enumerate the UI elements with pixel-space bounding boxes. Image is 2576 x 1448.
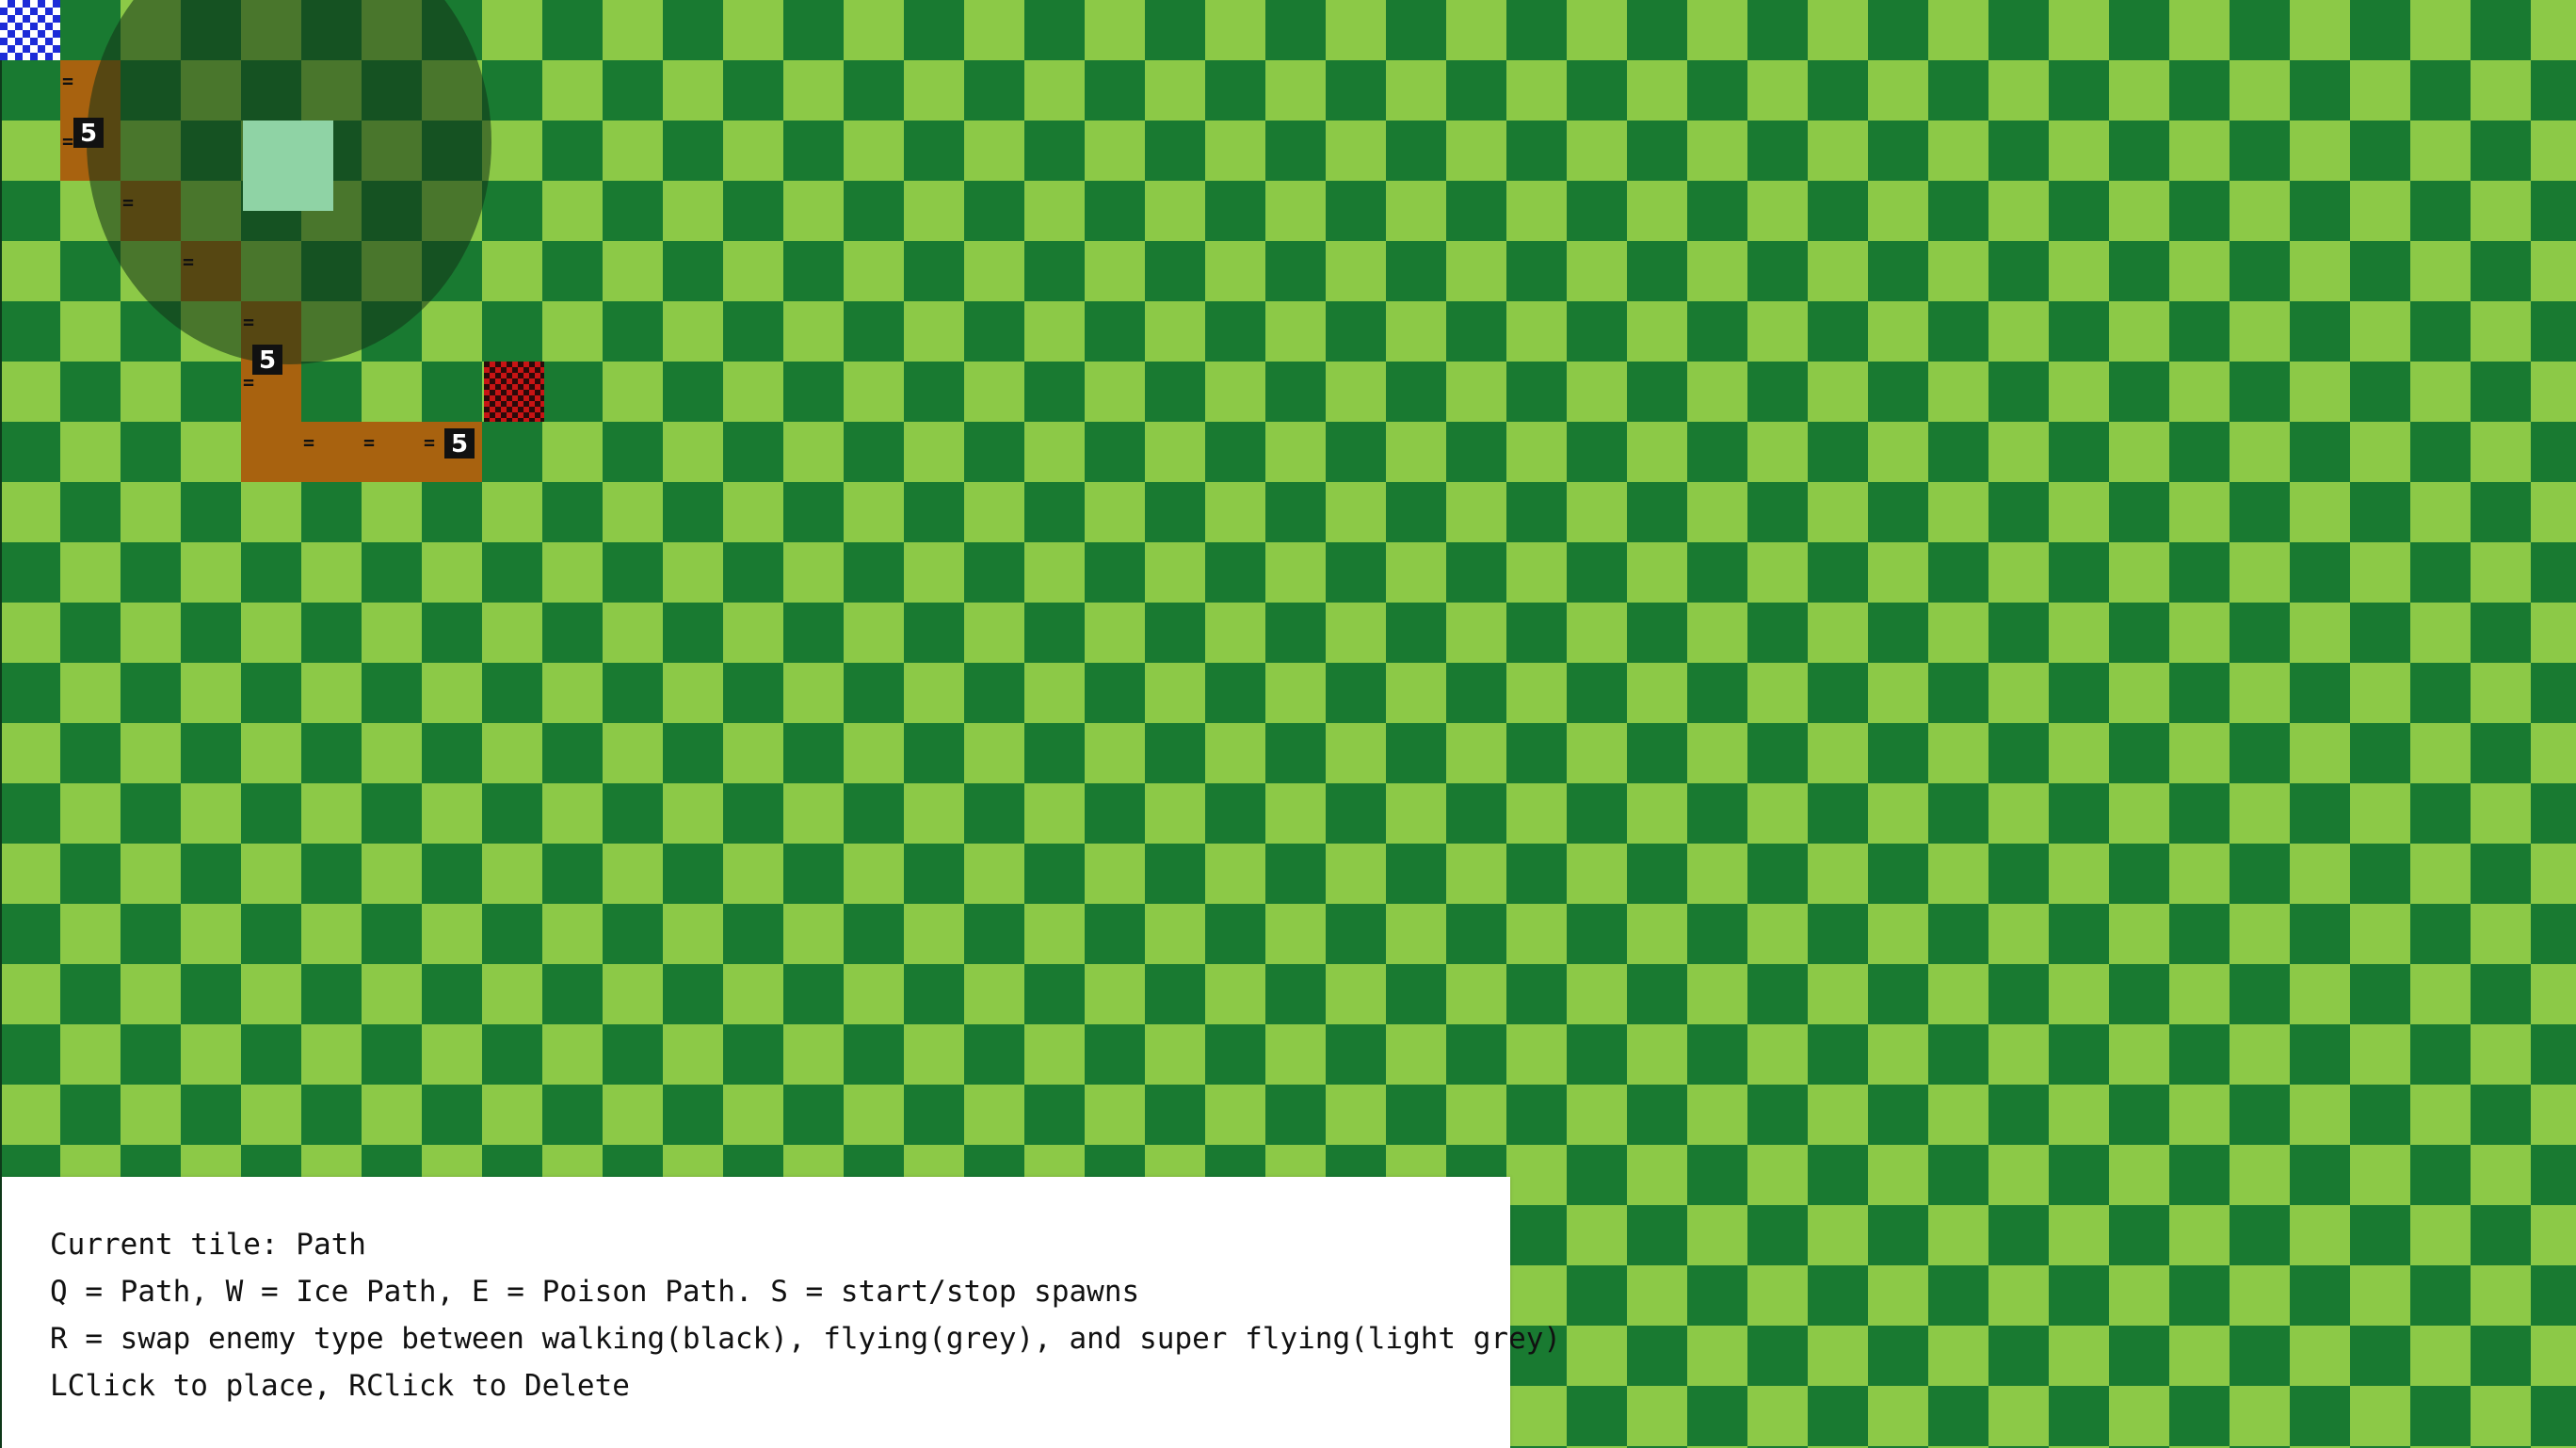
help-line: R = swap enemy type between walking(blac… <box>50 1322 1562 1356</box>
path-marker: = <box>183 250 195 273</box>
path-marker: = <box>243 371 255 394</box>
help-line: Q = Path, W = Ice Path, E = Poison Path.… <box>50 1275 1140 1309</box>
help-line: LClick to place, RClick to Delete <box>50 1369 630 1403</box>
start-spawn-icon[interactable] <box>0 0 60 60</box>
path-marker: = <box>62 70 74 92</box>
path-marker: = <box>62 130 74 153</box>
wave-badge: 5 <box>73 118 104 148</box>
path-marker: = <box>243 311 255 333</box>
path-marker: = <box>122 191 135 214</box>
current-tile-text: Current tile: Path <box>50 1228 366 1262</box>
path-tile[interactable] <box>241 422 301 482</box>
info-panel: Current tile: Path Q = Path, W = Ice Pat… <box>2 1177 1561 1448</box>
wave-badge: 5 <box>252 345 282 375</box>
wave-badge: 5 <box>444 428 475 459</box>
path-marker: = <box>303 431 315 454</box>
path-marker: = <box>363 431 376 454</box>
path-marker: = <box>424 431 436 454</box>
end-spawn-icon[interactable] <box>484 362 544 422</box>
placement-cursor[interactable] <box>243 121 333 211</box>
